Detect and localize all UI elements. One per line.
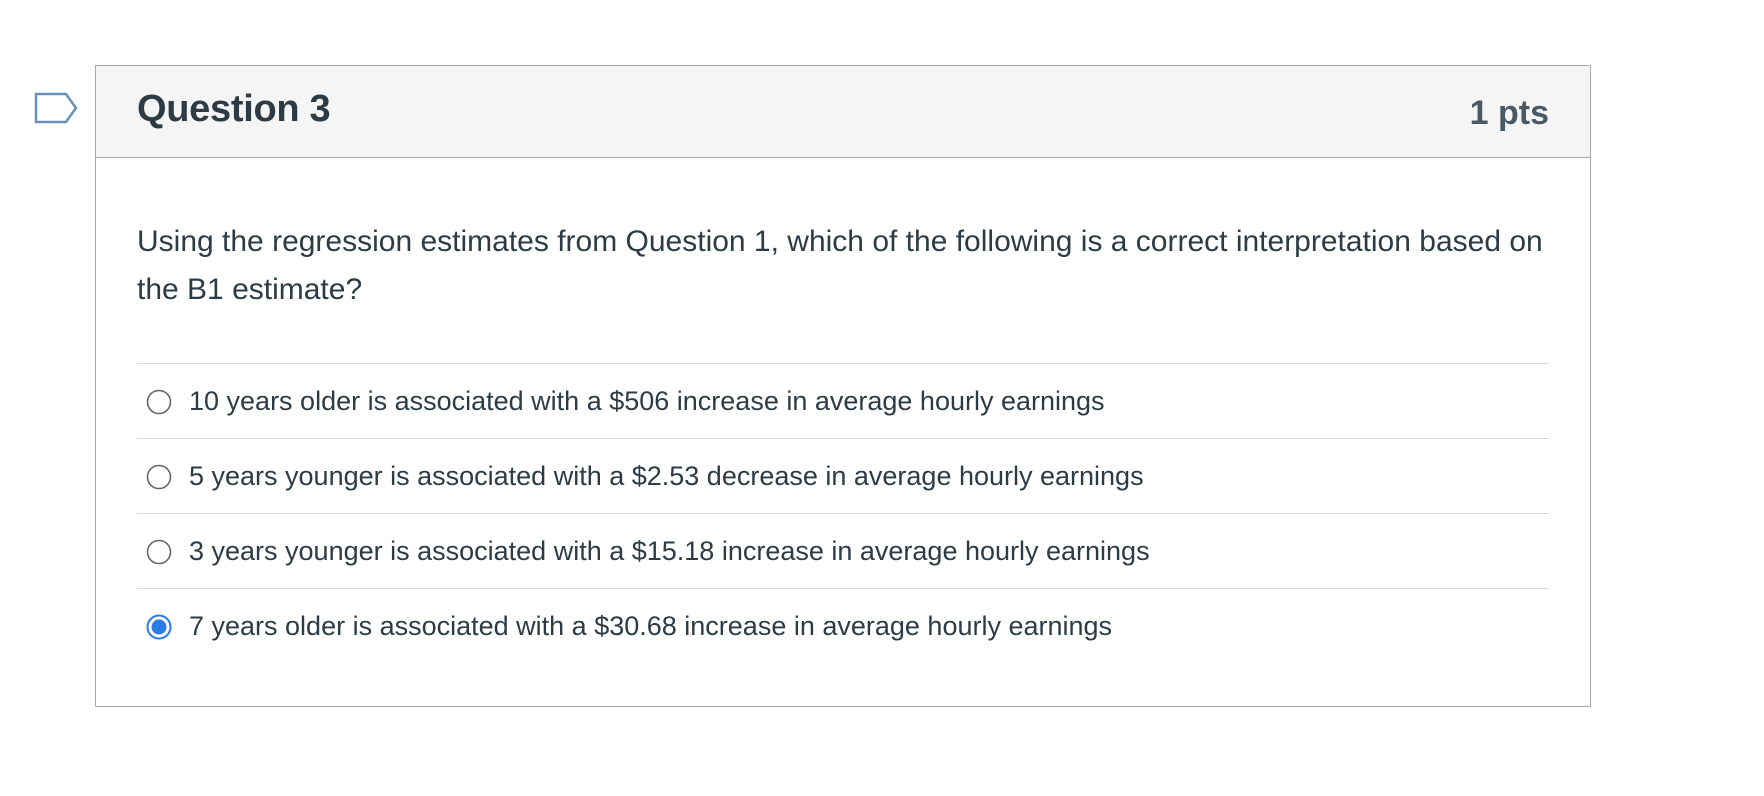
question-text: Using the regression estimates from Ques… (137, 225, 1543, 306)
radio-selected-icon[interactable] (146, 614, 172, 640)
answer-label: 7 years older is associated with a $30.6… (189, 611, 1113, 641)
radio-unselected-icon[interactable] (146, 539, 172, 565)
answer-label: 10 years older is associated with a $506… (189, 386, 1105, 416)
question-points: 1 pts (1469, 94, 1549, 132)
answer-label: 5 years younger is associated with a $2.… (189, 461, 1144, 491)
radio-unselected-icon[interactable] (146, 389, 172, 415)
answer-option-2[interactable]: 5 years younger is associated with a $2.… (137, 438, 1549, 513)
answer-list: 10 years older is associated with a $506… (137, 363, 1549, 663)
question-card: Question 3 1 pts Using the regression es… (95, 65, 1591, 707)
answer-option-1[interactable]: 10 years older is associated with a $506… (137, 363, 1549, 438)
answer-option-4[interactable]: 7 years older is associated with a $30.6… (137, 588, 1549, 663)
flag-question-button[interactable] (34, 92, 78, 124)
answer-option-3[interactable]: 3 years younger is associated with a $15… (137, 513, 1549, 588)
question-title: Question 3 (137, 88, 331, 130)
radio-unselected-icon[interactable] (146, 464, 172, 490)
answer-label: 3 years younger is associated with a $15… (189, 536, 1150, 566)
question-header: Question 3 1 pts (96, 66, 1590, 158)
flag-icon (34, 92, 78, 124)
